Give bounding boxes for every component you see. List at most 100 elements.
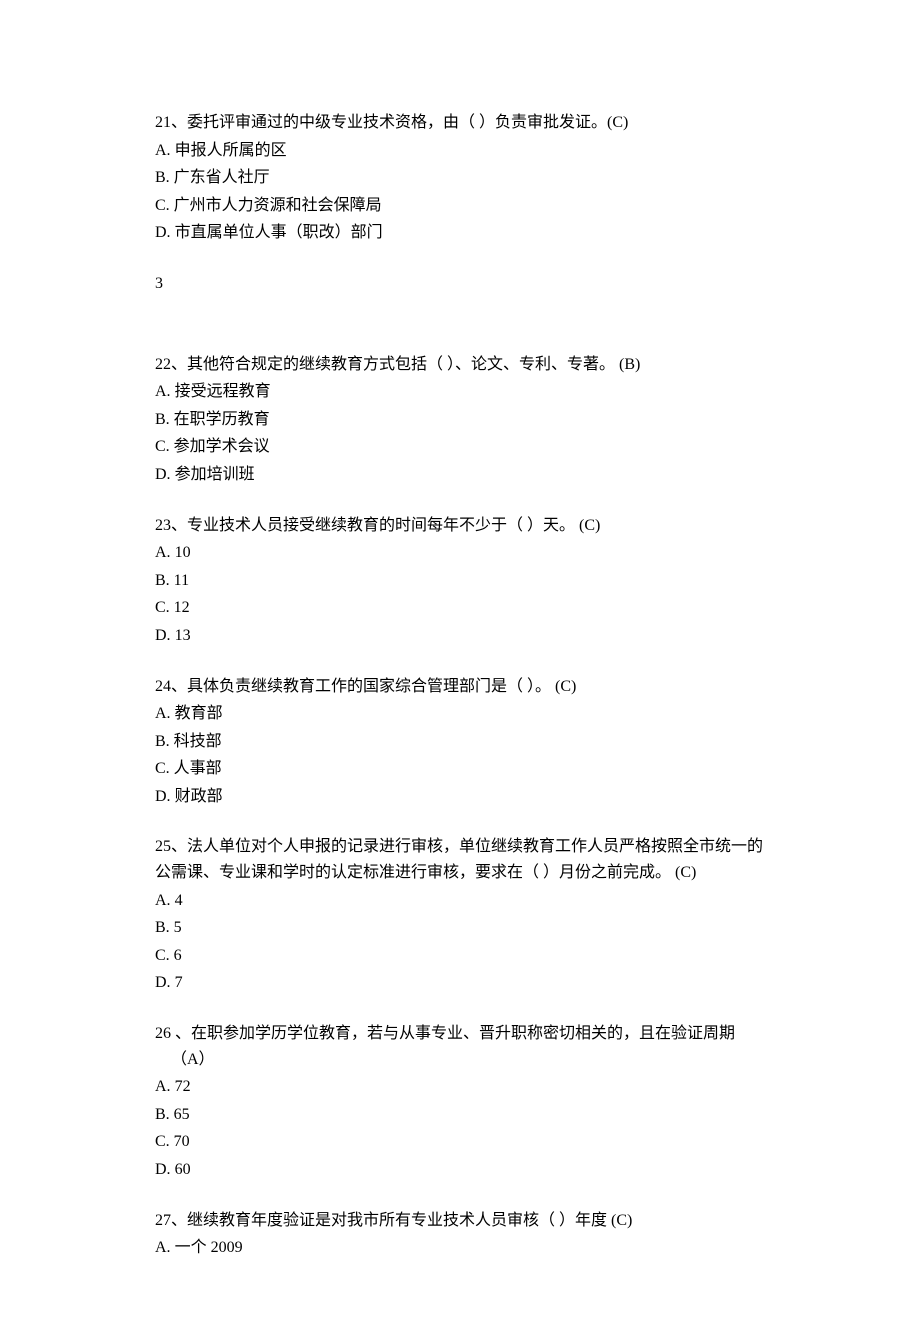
question-text: 23、专业技术人员接受继续教育的时间每年不少于（ ）天。 (C) (155, 513, 765, 539)
option-c: C. 12 (155, 595, 765, 621)
page-number: 3 (155, 271, 765, 297)
question-24: 24、具体负责继续教育工作的国家综合管理部门是（ ）。 (C) A. 教育部 B… (155, 674, 765, 810)
question-body: 、继续教育年度验证是对我市所有专业技术人员审核（ ）年度 (171, 1212, 611, 1229)
option-prefix: D. (155, 1161, 171, 1178)
question-body: 、委托评审通过的中级专业技术资格，由（ ）负责审批发证。 (171, 114, 607, 131)
option-text: 12 (170, 599, 190, 616)
question-answer: (C) (611, 1212, 632, 1229)
option-text: 参加培训班 (171, 466, 255, 483)
option-b: B. 在职学历教育 (155, 407, 765, 433)
option-text: 广东省人社厅 (170, 169, 270, 186)
option-prefix: C. (155, 760, 170, 777)
option-a: A. 接受远程教育 (155, 379, 765, 405)
option-prefix: B. (155, 733, 170, 750)
option-prefix: C. (155, 197, 170, 214)
question-body: 、法人单位对个人申报的记录进行审核，单位继续教育工作人员严格按照全市统一的公需课… (155, 838, 763, 881)
option-text: 65 (170, 1106, 190, 1123)
option-b: B. 11 (155, 568, 765, 594)
option-text: 参加学术会议 (170, 438, 270, 455)
question-answer: (C) (579, 517, 600, 534)
option-text: 财政部 (171, 788, 223, 805)
option-a: A. 一个 2009 (155, 1235, 765, 1261)
option-prefix: B. (155, 1106, 170, 1123)
option-prefix: A. (155, 892, 171, 909)
option-a: A. 72 (155, 1074, 765, 1100)
option-d: D. 参加培训班 (155, 462, 765, 488)
option-text: 4 (171, 892, 183, 909)
option-a: A. 申报人所属的区 (155, 138, 765, 164)
option-b: B. 65 (155, 1102, 765, 1128)
option-text: 广州市人力资源和社会保障局 (170, 197, 382, 214)
option-prefix: B. (155, 411, 170, 428)
option-prefix: A. (155, 1239, 171, 1256)
option-text: 6 (170, 947, 182, 964)
question-answer: (C) (555, 678, 576, 695)
question-text: 24、具体负责继续教育工作的国家综合管理部门是（ ）。 (C) (155, 674, 765, 700)
question-27: 27、继续教育年度验证是对我市所有专业技术人员审核（ ）年度 (C) A. 一个… (155, 1208, 765, 1261)
option-a: A. 教育部 (155, 701, 765, 727)
question-text: 26 、在职参加学历学位教育，若与从事专业、晋升职称密切相关的，且在验证周期（A… (155, 1021, 765, 1072)
option-c: C. 人事部 (155, 756, 765, 782)
option-b: B. 5 (155, 915, 765, 941)
option-prefix: A. (155, 544, 171, 561)
question-21: 21、委托评审通过的中级专业技术资格，由（ ）负责审批发证。(C) A. 申报人… (155, 110, 765, 246)
option-text: 72 (171, 1078, 191, 1095)
question-number: 27 (155, 1212, 171, 1229)
option-text: 在职学历教育 (170, 411, 270, 428)
question-number: 26 (155, 1025, 171, 1042)
option-text: 10 (171, 544, 191, 561)
option-text: 科技部 (170, 733, 222, 750)
question-number: 23 (155, 517, 171, 534)
option-prefix: C. (155, 599, 170, 616)
option-text: 教育部 (171, 705, 223, 722)
question-answer: （A） (171, 1051, 215, 1068)
question-22: 22、其他符合规定的继续教育方式包括（ ）、论文、专利、专著。 (B) A. 接… (155, 352, 765, 488)
option-text: 人事部 (170, 760, 222, 777)
option-text: 11 (170, 572, 189, 589)
option-b: B. 广东省人社厅 (155, 165, 765, 191)
question-number: 21 (155, 114, 171, 131)
option-text: 5 (170, 919, 182, 936)
option-d: D. 财政部 (155, 784, 765, 810)
option-text: 一个 2009 (171, 1239, 243, 1256)
option-b: B. 科技部 (155, 729, 765, 755)
question-23: 23、专业技术人员接受继续教育的时间每年不少于（ ）天。 (C) A. 10 B… (155, 513, 765, 649)
option-d: D. 市直属单位人事（职改）部门 (155, 220, 765, 246)
option-text: 申报人所属的区 (171, 142, 287, 159)
question-body: 、专业技术人员接受继续教育的时间每年不少于（ ）天。 (171, 517, 579, 534)
question-number: 25 (155, 838, 171, 855)
question-answer: (B) (619, 356, 640, 373)
option-d: D. 13 (155, 623, 765, 649)
question-number: 22 (155, 356, 171, 373)
option-prefix: D. (155, 974, 171, 991)
option-prefix: D. (155, 466, 171, 483)
option-prefix: A. (155, 142, 171, 159)
option-text: 市直属单位人事（职改）部门 (171, 224, 383, 241)
question-25: 25、法人单位对个人申报的记录进行审核，单位继续教育工作人员严格按照全市统一的公… (155, 834, 765, 996)
option-a: A. 4 (155, 888, 765, 914)
option-prefix: A. (155, 705, 171, 722)
option-a: A. 10 (155, 540, 765, 566)
option-d: D. 7 (155, 970, 765, 996)
option-c: C. 参加学术会议 (155, 434, 765, 460)
option-prefix: D. (155, 627, 171, 644)
option-prefix: C. (155, 1133, 170, 1150)
option-text: 接受远程教育 (171, 383, 271, 400)
option-text: 60 (171, 1161, 191, 1178)
question-body: 、具体负责继续教育工作的国家综合管理部门是（ ）。 (171, 678, 555, 695)
option-prefix: C. (155, 438, 170, 455)
option-text: 70 (170, 1133, 190, 1150)
option-c: C. 6 (155, 943, 765, 969)
option-prefix: B. (155, 919, 170, 936)
question-text: 25、法人单位对个人申报的记录进行审核，单位继续教育工作人员严格按照全市统一的公… (155, 834, 765, 885)
question-text: 21、委托评审通过的中级专业技术资格，由（ ）负责审批发证。(C) (155, 110, 765, 136)
option-text: 13 (171, 627, 191, 644)
option-text: 7 (171, 974, 183, 991)
option-d: D. 60 (155, 1157, 765, 1183)
option-c: C. 广州市人力资源和社会保障局 (155, 193, 765, 219)
option-prefix: B. (155, 572, 170, 589)
question-answer: (C) (607, 114, 628, 131)
question-26: 26 、在职参加学历学位教育，若与从事专业、晋升职称密切相关的，且在验证周期（A… (155, 1021, 765, 1183)
question-text: 22、其他符合规定的继续教育方式包括（ ）、论文、专利、专著。 (B) (155, 352, 765, 378)
option-c: C. 70 (155, 1129, 765, 1155)
